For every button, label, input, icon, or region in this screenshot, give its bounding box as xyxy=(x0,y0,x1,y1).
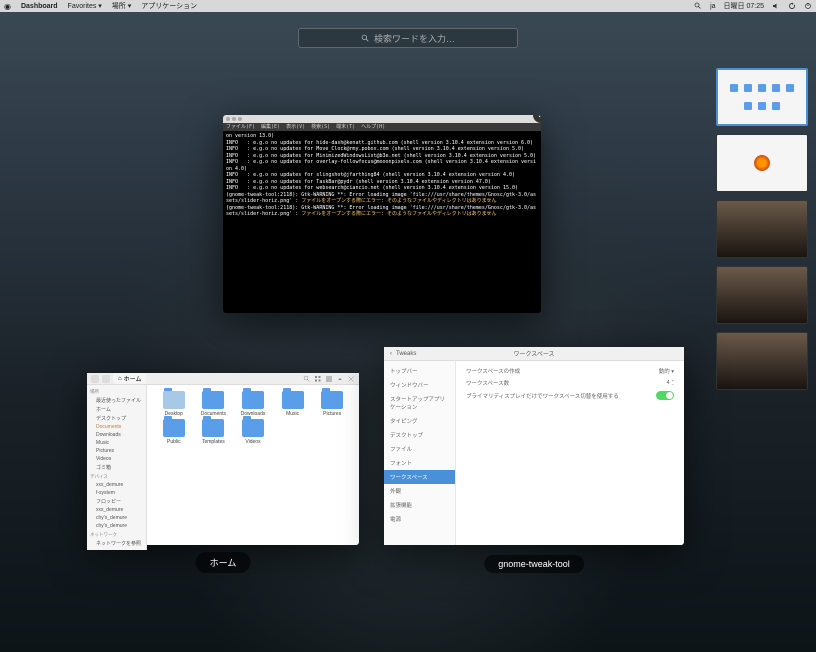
menu-terminal[interactable]: 端末(T) xyxy=(336,124,355,131)
search-placeholder: 検索ワードを入力… xyxy=(374,32,455,45)
tweak-sidebar-item[interactable]: トップバー xyxy=(384,364,455,378)
menu-edit[interactable]: 編集(E) xyxy=(261,124,280,131)
workspace-switcher xyxy=(716,68,808,390)
row-label: ワークスペース数 xyxy=(466,379,654,387)
places-menu[interactable]: 場所 ▾ xyxy=(112,1,131,11)
folder-item[interactable]: Documents xyxy=(195,391,233,417)
files-grid[interactable]: DesktopDocumentsDownloadsMusicPictures Pu… xyxy=(147,385,359,550)
row-value[interactable]: 動的 ▾ xyxy=(659,367,674,375)
volume-icon[interactable] xyxy=(772,2,780,10)
close-icon[interactable] xyxy=(347,375,355,383)
folder-item[interactable]: Videos xyxy=(234,419,272,445)
tweak-sidebar-item[interactable]: 電源 xyxy=(384,512,455,526)
applications-menu[interactable]: アプリケーション xyxy=(141,1,197,11)
folder-item[interactable]: Desktop xyxy=(155,391,193,417)
top-panel: ◉ Dashboard Favorites ▾ 場所 ▾ アプリケーション ja… xyxy=(0,0,816,12)
folder-item[interactable]: Downloads xyxy=(234,391,272,417)
tweak-sidebar-item[interactable]: ウィンドウバー xyxy=(384,378,455,392)
sidebar-item[interactable]: 最近使ったファイル xyxy=(90,396,143,405)
tweak-sidebar-item[interactable]: 外観 xyxy=(384,484,455,498)
menu-view[interactable]: 表示(V) xyxy=(286,124,305,131)
terminal-content[interactable]: on version 13.0)INFO : e.g.o no updates … xyxy=(223,131,541,220)
sidebar-item[interactable]: xxx_demure xyxy=(90,481,143,489)
tweak-title-left: Tweaks xyxy=(396,351,416,357)
tweak-window[interactable]: ‹ Tweaks ワークスペース トップバーウィンドウバースタートアップアプリケ… xyxy=(384,347,684,545)
search-icon[interactable] xyxy=(303,375,311,383)
tweak-sidebar-item[interactable]: スタートアップアプリケーション xyxy=(384,392,455,414)
folder-item[interactable]: Pictures xyxy=(313,391,351,417)
tweak-sidebar-item[interactable]: フォント xyxy=(384,456,455,470)
tweak-sidebar-item[interactable]: ワークスペース xyxy=(384,470,455,484)
sidebar-item[interactable]: ネットワークを参照 xyxy=(90,539,143,548)
sidebar-item[interactable]: xxx_demure xyxy=(90,506,143,514)
desktop-wallpaper xyxy=(0,0,816,652)
overview-search[interactable]: 検索ワードを入力… xyxy=(298,28,518,48)
workspace-thumb-5[interactable] xyxy=(716,332,808,390)
sidebar-item[interactable]: Pictures xyxy=(90,447,143,455)
files-label: ホーム xyxy=(196,552,251,573)
tweak-sidebar-item[interactable]: ファイル xyxy=(384,442,455,456)
toggle-switch[interactable] xyxy=(656,391,674,400)
workspace-thumb-4[interactable] xyxy=(716,266,808,324)
sidebar-item[interactable]: Documents xyxy=(90,423,143,431)
sidebar-item[interactable]: ホーム xyxy=(90,405,143,414)
tweak-title-center: ワークスペース xyxy=(513,349,554,358)
menu-icon[interactable] xyxy=(336,375,344,383)
spin-button[interactable]: 4 +− xyxy=(654,379,674,387)
terminal-menubar[interactable]: ファイル(F) 編集(E) 表示(V) 検索(S) 端末(T) ヘルプ(H) xyxy=(223,123,541,131)
files-sidebar: 場所最近使ったファイルホームデスクトップDocumentsDownloadsMu… xyxy=(87,385,147,550)
tweak-headerbar: ‹ Tweaks ワークスペース xyxy=(384,347,684,361)
workspace-thumb-2[interactable] xyxy=(716,134,808,192)
menu-search[interactable]: 検索(S) xyxy=(311,124,330,131)
workspace-thumb-3[interactable] xyxy=(716,200,808,258)
tweak-label: gnome-tweak-tool xyxy=(484,555,584,573)
tweak-sidebar-item[interactable]: デスクトップ xyxy=(384,428,455,442)
folder-item[interactable]: Public xyxy=(155,419,193,445)
menu-help[interactable]: ヘルプ(H) xyxy=(361,124,385,131)
power-icon[interactable] xyxy=(804,2,812,10)
forward-button[interactable] xyxy=(102,375,110,383)
refresh-icon[interactable] xyxy=(788,2,796,10)
clock[interactable]: 日曜日 07:25 xyxy=(724,1,764,11)
path-bar[interactable]: ⌂ ホーム xyxy=(113,373,146,384)
workspace-thumb-1[interactable] xyxy=(716,68,808,126)
dashboard-menu[interactable]: Dashboard xyxy=(21,3,58,10)
sidebar-item[interactable]: chy's_demure xyxy=(90,522,143,530)
search-icon xyxy=(361,34,370,43)
sidebar-item[interactable]: ゴミ箱 xyxy=(90,463,143,472)
folder-item[interactable]: Templates xyxy=(195,419,233,445)
favorites-menu[interactable]: Favorites ▾ xyxy=(68,2,102,10)
home-icon: ⌂ xyxy=(118,376,122,382)
menu-file[interactable]: ファイル(F) xyxy=(226,124,255,131)
sidebar-item[interactable]: Music xyxy=(90,439,143,447)
folder-item[interactable]: Music xyxy=(274,391,312,417)
firefox-icon xyxy=(754,155,770,171)
sidebar-item[interactable]: デスクトップ xyxy=(90,414,143,423)
back-icon[interactable]: ‹ xyxy=(390,351,392,357)
sidebar-item[interactable]: Downloads xyxy=(90,431,143,439)
tweak-sidebar: トップバーウィンドウバースタートアップアプリケーションタイピングデスクトップファ… xyxy=(384,361,456,545)
search-icon[interactable] xyxy=(694,2,702,10)
terminal-window[interactable]: ファイル(F) 編集(E) 表示(V) 検索(S) 端末(T) ヘルプ(H) o… xyxy=(223,115,541,313)
input-lang[interactable]: ja xyxy=(710,3,715,10)
sidebar-item[interactable]: chy's_demure xyxy=(90,514,143,522)
sidebar-item[interactable]: フロッピー xyxy=(90,497,143,506)
files-window[interactable]: ⌂ ホーム 場所最近使ったファイルホームデスクトップDocumentsDownl… xyxy=(87,373,359,545)
tweak-sidebar-item[interactable]: タイピング xyxy=(384,414,455,428)
sidebar-item[interactable]: Videos xyxy=(90,455,143,463)
tweak-main: ワークスペースの作成 動的 ▾ ワークスペース数 4 +− プライマリディスプレ… xyxy=(456,361,684,545)
tweak-sidebar-item[interactable]: 拡張機能 xyxy=(384,498,455,512)
activities-icon[interactable]: ◉ xyxy=(4,2,11,11)
row-label: ワークスペースの作成 xyxy=(466,367,659,375)
files-headerbar: ⌂ ホーム xyxy=(87,373,359,385)
row-label: プライマリディスプレイだけでワークスペース切替を使用する xyxy=(466,392,656,400)
back-button[interactable] xyxy=(91,375,99,383)
sidebar-item[interactable]: f-system xyxy=(90,489,143,497)
list-view-icon[interactable] xyxy=(325,375,333,383)
grid-view-icon[interactable] xyxy=(314,375,322,383)
terminal-titlebar[interactable] xyxy=(223,115,541,123)
